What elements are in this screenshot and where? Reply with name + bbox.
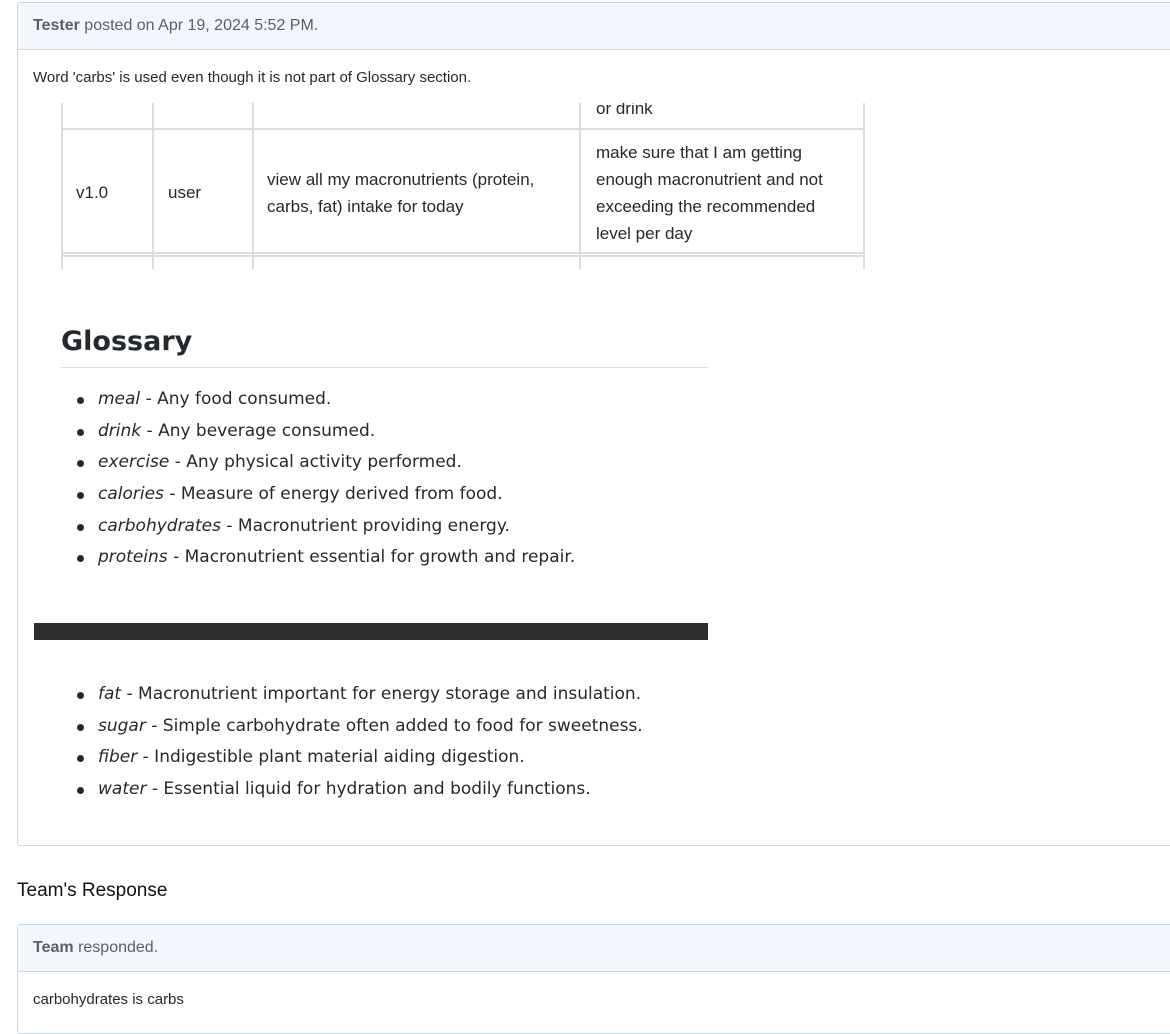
- response-meta: responded.: [78, 939, 159, 956]
- issue-meta: posted on Apr 19, 2024 5:52 PM.: [84, 17, 319, 34]
- response-text: carbohydrates is carbs: [33, 991, 184, 1008]
- cell-benefit-line-1: make sure that I am getting: [596, 143, 802, 162]
- glossary-item: sugar - Simple carbohydrate often added …: [61, 711, 643, 743]
- glossary-item: carbohydrates - Macronutrient providing …: [61, 511, 575, 543]
- cell-role: user: [168, 183, 202, 202]
- cell-benefit-line-4: level per day: [596, 224, 693, 243]
- glossary-item: water - Essential liquid for hydration a…: [61, 774, 643, 806]
- glossary-item: fiber - Indigestible plant material aidi…: [61, 742, 643, 774]
- glossary-list: meal - Any food consumed. drink - Any be…: [61, 384, 575, 574]
- table-border: [252, 103, 254, 269]
- glossary-item: drink - Any beverage consumed.: [61, 416, 575, 448]
- glossary-list-continued: fat - Macronutrient important for energy…: [61, 679, 643, 806]
- response-card: Team responded. carbohydrates is carbs: [17, 924, 1170, 1034]
- issue-description: Word 'carbs' is used even though it is n…: [33, 69, 472, 86]
- issue-header: Tester posted on Apr 19, 2024 5:52 PM.: [18, 3, 1170, 50]
- requirements-table-crop: or drink v1.0 user view all my macronutr…: [61, 103, 865, 269]
- issue-author: Tester: [33, 17, 80, 34]
- cell-benefit-line-3: exceeding the recommended: [596, 197, 816, 216]
- response-header: Team responded.: [18, 925, 1170, 972]
- table-border: [579, 103, 581, 269]
- table-divider: [61, 128, 865, 130]
- table-border: [863, 103, 865, 269]
- table-border: [152, 103, 154, 269]
- response-section-title: Team's Response: [17, 880, 168, 901]
- cell-version: v1.0: [76, 183, 109, 202]
- table-partial-text: or drink: [596, 103, 653, 118]
- glossary-item: calories - Measure of energy derived fro…: [61, 479, 575, 511]
- glossary-item: proteins - Macronutrient essential for g…: [61, 542, 575, 574]
- glossary-divider: [61, 367, 708, 368]
- cell-feature-line-2: carbs, fat) intake for today: [267, 197, 464, 216]
- table-border: [61, 103, 63, 269]
- cell-feature-line-1: view all my macronutrients (protein,: [267, 170, 535, 189]
- issue-card: Tester posted on Apr 19, 2024 5:52 PM. W…: [17, 2, 1170, 846]
- glossary-item: meal - Any food consumed.: [61, 384, 575, 416]
- response-author: Team: [33, 939, 74, 956]
- glossary-item: exercise - Any physical activity perform…: [61, 447, 575, 479]
- glossary-item: fat - Macronutrient important for energy…: [61, 679, 643, 711]
- glossary-heading: Glossary: [61, 326, 193, 357]
- table-divider: [61, 252, 865, 254]
- cell-benefit-line-2: enough macronutrient and not: [596, 170, 823, 189]
- table-divider: [61, 255, 865, 257]
- screenshot-separator-bar: [34, 623, 708, 640]
